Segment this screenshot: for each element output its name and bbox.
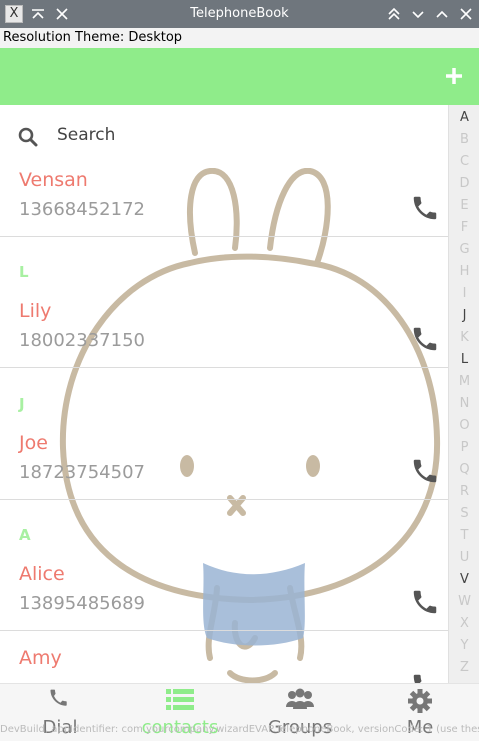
contact-item[interactable]: Amy <box>0 647 448 683</box>
app-header <box>0 48 479 105</box>
index-letter-q[interactable]: Q <box>449 462 479 477</box>
index-letter-g[interactable]: G <box>449 242 479 257</box>
section-header: J <box>19 395 25 413</box>
index-letter-m[interactable]: M <box>449 374 479 389</box>
app-icon[interactable]: X <box>5 5 23 23</box>
window-close-icon[interactable] <box>456 4 476 24</box>
contact-name: Joe <box>19 432 48 454</box>
index-letter-n[interactable]: N <box>449 396 479 411</box>
plus-icon[interactable] <box>445 62 463 90</box>
gear-icon <box>408 689 432 713</box>
index-letter-b[interactable]: B <box>449 132 479 147</box>
section-header: A <box>19 526 31 544</box>
alphabet-index-bar[interactable]: ABCDEFGHIJKLMNOPQRSTUVWXYZ <box>448 105 479 683</box>
divider <box>0 630 448 631</box>
chevron-down-icon[interactable] <box>408 4 428 24</box>
index-letter-o[interactable]: O <box>449 418 479 433</box>
index-letter-i[interactable]: I <box>449 286 479 301</box>
resolution-theme-bar: Resolution Theme: Desktop <box>0 28 479 48</box>
divider <box>0 499 448 500</box>
index-letter-h[interactable]: H <box>449 264 479 279</box>
index-letter-z[interactable]: Z <box>449 660 479 675</box>
contact-name: Vensan <box>19 169 88 191</box>
contact-number: 18002337150 <box>19 330 145 351</box>
close-icon[interactable] <box>52 4 72 24</box>
divider <box>0 236 448 237</box>
search-icon <box>18 127 38 147</box>
contact-number: 18723754507 <box>19 462 145 483</box>
phone-icon[interactable] <box>410 456 440 486</box>
index-letter-c[interactable]: C <box>449 154 479 169</box>
divider <box>0 367 448 368</box>
resolution-theme-text: Resolution Theme: Desktop <box>3 30 183 45</box>
index-letter-e[interactable]: E <box>449 198 479 213</box>
index-letter-a[interactable]: A <box>449 110 479 125</box>
index-letter-p[interactable]: P <box>449 440 479 455</box>
chevron-up-icon[interactable] <box>432 4 452 24</box>
contact-item[interactable]: Joe 18723754507 <box>0 432 448 500</box>
phone-icon[interactable] <box>410 324 440 354</box>
index-letter-j[interactable]: J <box>449 308 479 323</box>
index-letter-x[interactable]: X <box>449 616 479 631</box>
index-letter-y[interactable]: Y <box>449 638 479 653</box>
contact-number: 13668452172 <box>19 199 145 220</box>
phone-icon[interactable] <box>410 587 440 617</box>
dev-build-log: DevBuild, appIdentifier: com.yourcompany… <box>0 724 479 735</box>
phone-icon[interactable] <box>410 193 440 223</box>
index-letter-k[interactable]: K <box>449 330 479 345</box>
group-icon <box>286 688 314 709</box>
index-letter-s[interactable]: S <box>449 506 479 521</box>
search-label: Search <box>57 125 116 145</box>
contact-name: Alice <box>19 563 65 585</box>
contact-item[interactable]: Lily 18002337150 <box>0 300 448 368</box>
contact-list[interactable]: Search Vensan 13668452172 L Lily 1800233… <box>0 105 448 683</box>
search-bar[interactable]: Search <box>0 105 448 169</box>
contact-item[interactable]: Alice 13895485689 <box>0 563 448 631</box>
contact-item[interactable]: Vensan 13668452172 <box>0 169 448 237</box>
contact-number: 13895485689 <box>19 593 145 614</box>
index-letter-v[interactable]: V <box>449 572 479 587</box>
contact-name: Amy <box>19 647 62 669</box>
index-letter-d[interactable]: D <box>449 176 479 191</box>
minimize-all-icon[interactable] <box>28 4 48 24</box>
index-letter-t[interactable]: T <box>449 528 479 543</box>
contact-name: Lily <box>19 300 52 322</box>
index-letter-r[interactable]: R <box>449 484 479 499</box>
index-letter-u[interactable]: U <box>449 550 479 565</box>
index-letter-w[interactable]: W <box>449 594 479 609</box>
index-letter-f[interactable]: F <box>449 220 479 235</box>
phone-icon[interactable] <box>410 671 440 683</box>
double-chevron-up-icon[interactable] <box>384 4 404 24</box>
list-icon <box>166 689 194 710</box>
section-header: L <box>19 263 29 281</box>
phone-icon <box>50 689 67 706</box>
window-titlebar: X TelephoneBook <box>0 0 479 28</box>
index-letter-l[interactable]: L <box>449 352 479 367</box>
